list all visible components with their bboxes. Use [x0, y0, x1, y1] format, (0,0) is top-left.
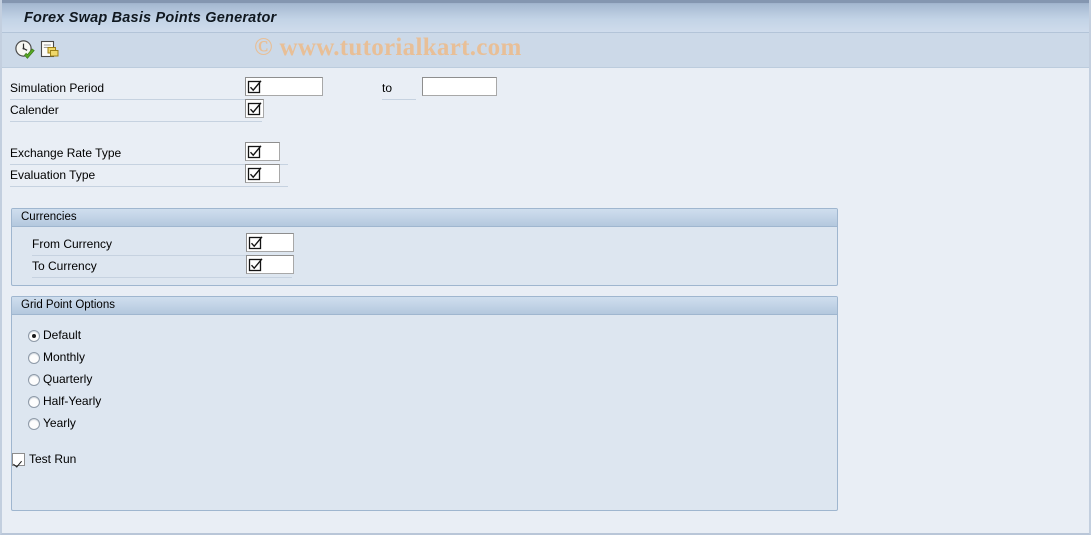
window-titlebar: Forex Swap Basis Points Generator: [2, 0, 1089, 33]
radio-label: Default: [43, 328, 82, 342]
row-separator: [32, 277, 292, 278]
sap-selection-screen-window: Forex Swap Basis Points Generator © www.…: [0, 0, 1091, 535]
range-to-row: to: [374, 78, 416, 100]
label-exchange-rate-type: Exchange Rate Type: [10, 146, 122, 160]
radio-indicator: [28, 374, 40, 386]
match-code-checked-box-icon[interactable]: [247, 101, 262, 116]
input-to-currency[interactable]: [246, 255, 294, 274]
radio-indicator: [28, 418, 40, 430]
label-calender: Calender: [10, 103, 59, 117]
radio-indicator: [28, 330, 40, 342]
radio-indicator: [28, 396, 40, 408]
label-simulation-period: Simulation Period: [10, 81, 105, 95]
field-row-calender: Calender: [2, 100, 262, 122]
selection-screen-body: Simulation Period to Calender Exchange R…: [2, 68, 1089, 530]
radio-grid-point-yearly[interactable]: Yearly: [28, 416, 228, 434]
group-grid-point-options-title: Grid Point Options: [21, 299, 115, 311]
input-calender[interactable]: [245, 99, 264, 118]
input-evaluation-type[interactable]: [245, 164, 280, 183]
radio-label: Half-Yearly: [43, 394, 102, 408]
execute-clock-icon[interactable]: [14, 39, 36, 61]
match-code-checked-box-icon[interactable]: [247, 166, 262, 181]
checkbox-test-run[interactable]: Test Run: [12, 452, 212, 470]
row-separator: [10, 186, 288, 187]
match-code-checked-box-icon[interactable]: [248, 257, 263, 272]
radio-label: Yearly: [43, 416, 76, 430]
field-row-simulation-period: Simulation Period: [2, 78, 262, 100]
input-simulation-period-from[interactable]: [245, 77, 323, 96]
label-evaluation-type: Evaluation Type: [10, 168, 96, 182]
label-from-currency: From Currency: [32, 237, 113, 251]
checkbox-indicator: [12, 453, 25, 466]
radio-grid-point-half-yearly[interactable]: Half-Yearly: [28, 394, 228, 412]
group-grid-point-options-header: Grid Point Options: [12, 297, 837, 315]
match-code-checked-box-icon[interactable]: [247, 144, 262, 159]
input-exchange-rate-type[interactable]: [245, 142, 280, 161]
input-simulation-period-to[interactable]: [422, 77, 497, 96]
group-currencies-header: Currencies: [12, 209, 837, 227]
group-currencies: Currencies From Currency To Currency: [11, 208, 838, 286]
label-range-to: to: [382, 81, 393, 95]
radio-grid-point-monthly[interactable]: Monthly: [28, 350, 228, 368]
radio-indicator: [28, 352, 40, 364]
radio-label: Monthly: [43, 350, 86, 364]
input-from-currency[interactable]: [246, 233, 294, 252]
group-grid-point-options: Grid Point Options Default Monthly Quart…: [11, 296, 838, 511]
radio-grid-point-quarterly[interactable]: Quarterly: [28, 372, 228, 390]
group-currencies-title: Currencies: [21, 211, 77, 223]
row-separator: [382, 99, 416, 100]
application-toolbar: [2, 33, 1089, 68]
checkbox-label: Test Run: [29, 452, 77, 466]
match-code-checked-box-icon[interactable]: [248, 235, 263, 250]
row-separator: [10, 121, 262, 122]
label-to-currency: To Currency: [32, 259, 97, 273]
radio-label: Quarterly: [43, 372, 93, 386]
radio-grid-point-default[interactable]: Default: [28, 328, 228, 346]
page-title: Forex Swap Basis Points Generator: [24, 10, 277, 26]
match-code-checked-box-icon[interactable]: [247, 79, 262, 94]
copy-variant-icon[interactable]: [39, 39, 61, 61]
